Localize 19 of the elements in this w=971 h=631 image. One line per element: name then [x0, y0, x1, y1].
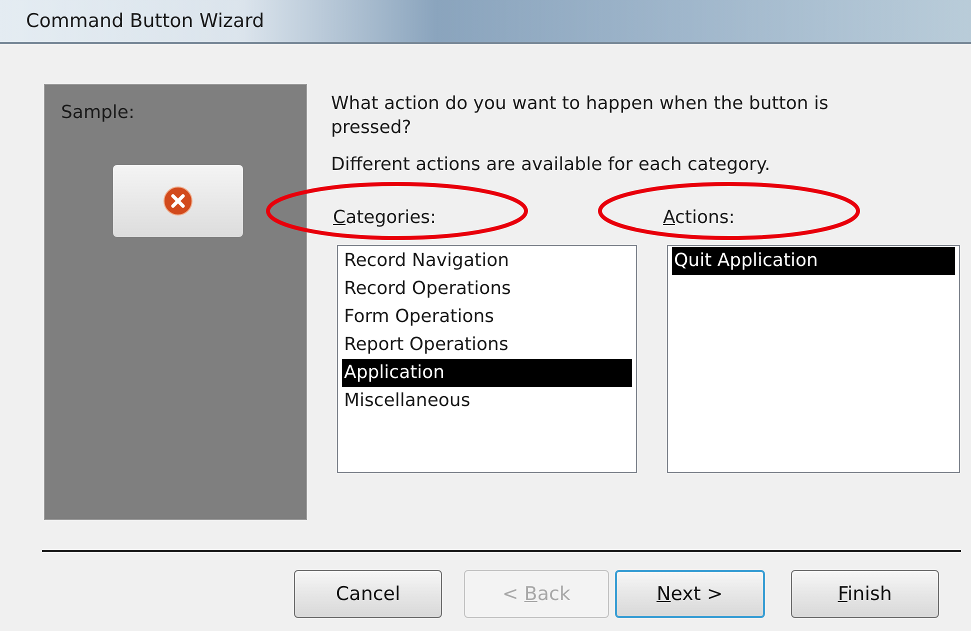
list-item[interactable]: Form Operations [342, 303, 632, 331]
wizard-button[interactable]: Cancel [294, 570, 442, 618]
categories-label: Categories: [333, 207, 436, 228]
list-item[interactable]: Record Operations [342, 275, 632, 303]
list-item[interactable]: Application [342, 359, 632, 387]
list-item[interactable]: Report Operations [342, 331, 632, 359]
list-item[interactable]: Quit Application [672, 247, 955, 275]
window-title: Command Button Wizard [26, 10, 264, 32]
close-icon [163, 186, 193, 216]
wizard-button[interactable]: Next > [614, 570, 765, 618]
sample-label: Sample: [61, 102, 135, 123]
categories-list[interactable]: Record Navigation Record Operations Form Operations Report Operations Application Miscellaneous [337, 245, 637, 473]
actions-list[interactable]: Quit Application [667, 245, 960, 473]
actions-label: Actions: [663, 207, 735, 228]
hint-text: Different actions are available for each category. [331, 154, 772, 175]
list-item[interactable]: Miscellaneous [342, 387, 632, 415]
list-item[interactable]: Record Navigation [342, 247, 632, 275]
question-text: What action do you want to happen when the button is pressed? [331, 92, 830, 140]
wizard-button[interactable]: Finish [790, 570, 939, 618]
